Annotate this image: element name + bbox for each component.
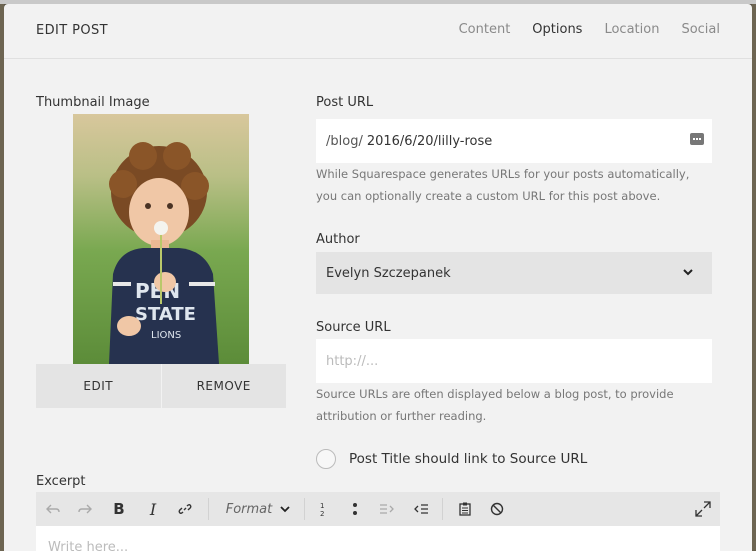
excerpt-label: Excerpt [36, 474, 86, 489]
source-url-placeholder: http://... [326, 353, 379, 369]
thumbnail-actions: EDIT REMOVE [36, 364, 286, 408]
bold-icon[interactable]: B [108, 492, 130, 526]
chevron-down-icon [682, 266, 694, 282]
source-url-help-line2: attribution or further reading. [316, 409, 487, 423]
source-url-help-line1: Source URLs are often displayed below a … [316, 387, 674, 401]
thumbnail-photo: PEN STATE LIONS [73, 114, 249, 364]
post-url-label: Post URL [316, 95, 374, 110]
post-url-help: While Squarespace generates URLs for you… [316, 163, 716, 207]
format-label: Format [225, 501, 273, 517]
edit-post-dialog: EDIT POST Content Options Location Socia… [4, 4, 752, 551]
author-select[interactable]: Evelyn Szczepanek [316, 252, 712, 294]
post-url-prefix: /blog/ [326, 133, 363, 149]
toolbar-divider [208, 498, 209, 520]
excerpt-editor[interactable]: Write here... [36, 526, 720, 551]
dialog-header: EDIT POST Content Options Location Socia… [4, 4, 752, 59]
format-dropdown[interactable]: Format [216, 492, 300, 526]
bullet-list-icon[interactable] [344, 492, 366, 526]
author-selected-value: Evelyn Szczepanek [326, 265, 451, 281]
background-right [752, 4, 756, 551]
svg-text:1: 1 [320, 502, 324, 510]
link-title-radio[interactable] [316, 449, 336, 469]
clear-format-icon[interactable] [486, 492, 508, 526]
tab-options[interactable]: Options [532, 22, 582, 37]
toolbar-divider [304, 498, 305, 520]
source-url-label: Source URL [316, 320, 391, 335]
expand-icon[interactable] [692, 492, 714, 526]
thumbnail-label: Thumbnail Image [36, 95, 150, 110]
dots-icon[interactable] [690, 133, 704, 145]
redo-icon[interactable] [74, 492, 96, 526]
svg-text:LIONS: LIONS [151, 330, 181, 341]
source-url-input[interactable]: http://... [316, 339, 712, 383]
excerpt-placeholder: Write here... [48, 540, 129, 551]
link-icon[interactable] [174, 492, 196, 526]
indent-icon[interactable] [376, 492, 398, 526]
thumbnail-image: PEN STATE LIONS [73, 114, 249, 364]
author-label: Author [316, 232, 360, 247]
chevron-down-icon [280, 506, 290, 513]
ordered-list-icon[interactable]: 12 [312, 492, 334, 526]
tab-social[interactable]: Social [681, 22, 720, 37]
post-url-help-line1: While Squarespace generates URLs for you… [316, 167, 690, 181]
tab-location[interactable]: Location [604, 22, 659, 37]
italic-icon[interactable]: I [142, 492, 164, 526]
paste-icon[interactable] [454, 492, 476, 526]
post-url-value[interactable]: 2016/6/20/lilly-rose [367, 134, 492, 149]
link-title-label[interactable]: Post Title should link to Source URL [349, 451, 587, 467]
svg-text:STATE: STATE [135, 304, 196, 325]
undo-icon[interactable] [42, 492, 64, 526]
toolbar-divider [442, 498, 443, 520]
dialog-title: EDIT POST [36, 23, 108, 38]
remove-thumbnail-button[interactable]: REMOVE [160, 364, 287, 408]
post-url-help-line2: you can optionally create a custom URL f… [316, 189, 661, 203]
outdent-icon[interactable] [410, 492, 432, 526]
editor-toolbar: B I Format 12 [36, 492, 720, 526]
source-url-help: Source URLs are often displayed below a … [316, 383, 716, 427]
post-url-input[interactable]: /blog/ 2016/6/20/lilly-rose [316, 119, 712, 163]
edit-thumbnail-button[interactable]: EDIT [36, 364, 161, 408]
svg-text:2: 2 [320, 510, 324, 517]
tab-bar: Content Options Location Social [459, 22, 720, 37]
tab-content[interactable]: Content [459, 22, 511, 37]
